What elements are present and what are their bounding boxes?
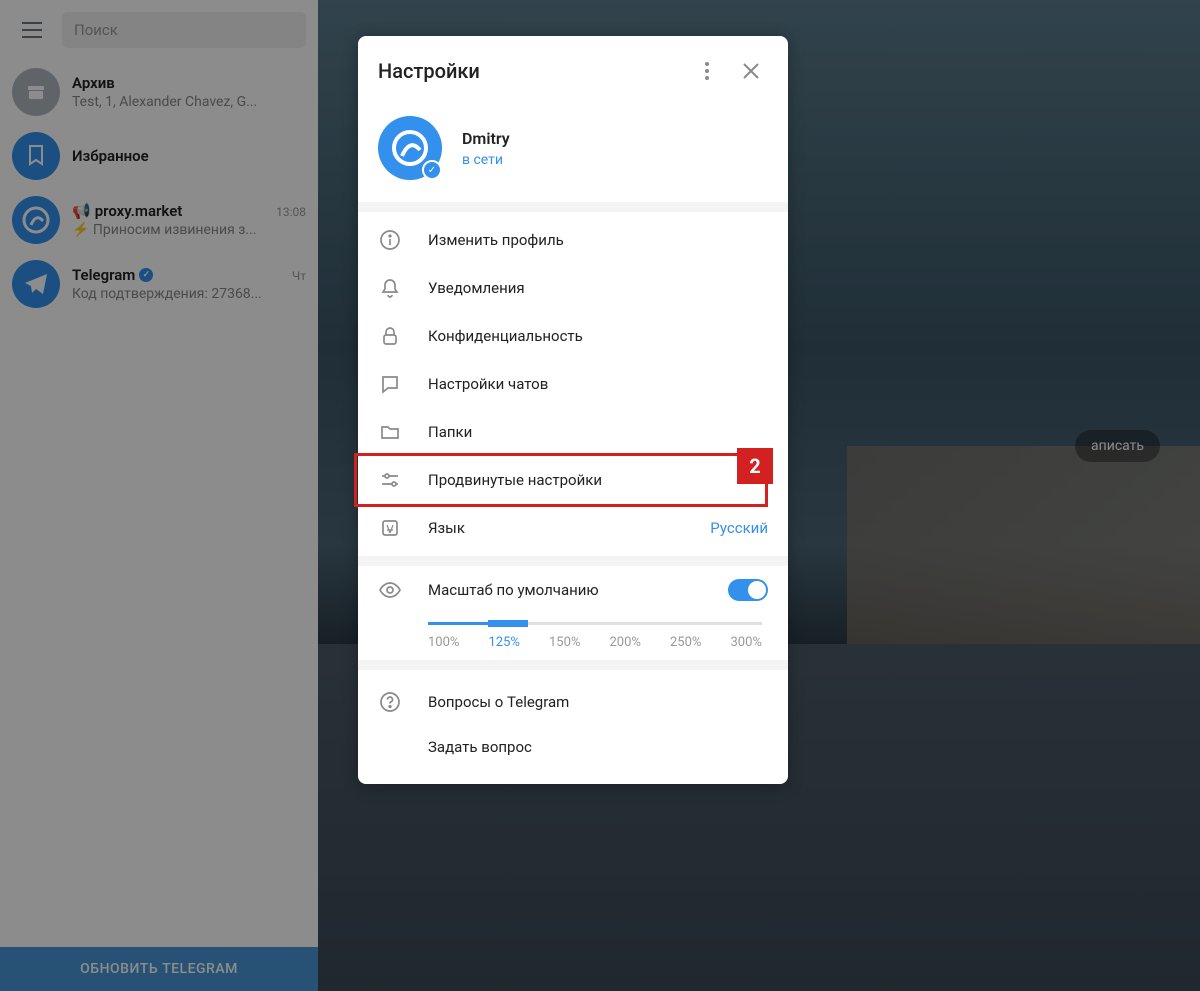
menu-label: Продвинутые настройки [428, 471, 768, 489]
lock-icon [378, 324, 402, 348]
scale-option[interactable]: 150% [549, 635, 580, 650]
menu-ask[interactable]: Задать вопрос [358, 726, 788, 768]
scale-slider[interactable]: 100% 125% 150% 200% 250% 300% [358, 610, 788, 660]
menu-language[interactable]: Язык Русский [358, 504, 788, 552]
settings-menu: Изменить профиль Уведомления Конфиденциа… [358, 212, 788, 556]
slider-track [428, 622, 762, 625]
scale-label: Масштаб по умолчанию [428, 581, 702, 599]
scale-option[interactable]: 200% [610, 635, 641, 650]
profile-status: в сети [462, 152, 510, 168]
scale-option[interactable]: 100% [428, 635, 459, 650]
profile-row[interactable]: Dmitry в сети [358, 102, 788, 202]
profile-avatar [378, 116, 442, 180]
folder-icon [378, 420, 402, 444]
profile-name: Dmitry [462, 129, 510, 148]
menu-privacy[interactable]: Конфиденциальность [358, 312, 788, 360]
question-icon [378, 690, 402, 714]
scale-row: Масштаб по умолчанию [358, 566, 788, 610]
menu-folders[interactable]: Папки [358, 408, 788, 456]
scale-option[interactable]: 250% [670, 635, 701, 650]
modal-header: Настройки [358, 36, 788, 102]
scale-option[interactable]: 125% [489, 635, 520, 650]
modal-title: Настройки [378, 59, 680, 83]
scale-toggle[interactable] [728, 579, 768, 601]
shield-check-icon [422, 160, 442, 180]
menu-label: Язык [428, 519, 684, 537]
more-button[interactable] [690, 54, 724, 88]
menu-label: Уведомления [428, 279, 768, 297]
eye-icon [378, 578, 402, 602]
scale-option[interactable]: 300% [731, 635, 762, 650]
footer-menu: Вопросы о Telegram Задать вопрос [358, 670, 788, 784]
slider-thumb[interactable] [488, 620, 528, 627]
menu-chat-settings[interactable]: Настройки чатов [358, 360, 788, 408]
language-icon [378, 516, 402, 540]
menu-notifications[interactable]: Уведомления [358, 264, 788, 312]
scale-labels: 100% 125% 150% 200% 250% 300% [428, 635, 762, 650]
menu-label: Задать вопрос [428, 738, 532, 756]
close-button[interactable] [734, 54, 768, 88]
menu-label: Настройки чатов [428, 375, 768, 393]
menu-edit-profile[interactable]: Изменить профиль [358, 216, 788, 264]
menu-label: Вопросы о Telegram [428, 693, 569, 711]
info-icon [378, 228, 402, 252]
close-icon [743, 63, 759, 79]
menu-value: Русский [710, 519, 768, 537]
dots-vertical-icon [705, 62, 709, 80]
bell-icon [378, 276, 402, 300]
menu-label: Папки [428, 423, 768, 441]
menu-faq[interactable]: Вопросы о Telegram [358, 678, 788, 726]
menu-label: Конфиденциальность [428, 327, 768, 345]
menu-advanced[interactable]: Продвинутые настройки 2 [358, 456, 788, 504]
menu-label: Изменить профиль [428, 231, 768, 249]
settings-modal: Настройки Dmitry в сети Изменить профиль [358, 36, 788, 784]
sliders-icon [378, 468, 402, 492]
chat-icon [378, 372, 402, 396]
